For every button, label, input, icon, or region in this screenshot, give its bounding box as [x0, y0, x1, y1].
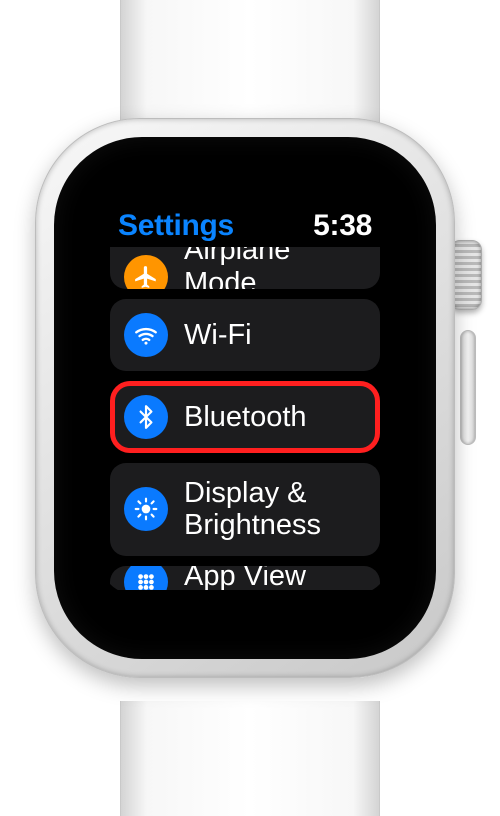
settings-item-label: Bluetooth: [184, 401, 307, 433]
settings-item-label: Display & Brightness: [184, 477, 366, 542]
settings-item-app-view[interactable]: App View: [110, 566, 380, 590]
watch-bezel: Settings 5:38 Airplane Mode: [54, 137, 436, 659]
screen-title[interactable]: Settings: [118, 209, 234, 243]
settings-item-airplane-mode[interactable]: Airplane Mode: [110, 247, 380, 289]
status-bar: Settings 5:38: [100, 201, 390, 243]
settings-item-bluetooth[interactable]: Bluetooth: [110, 381, 380, 453]
settings-list[interactable]: Airplane Mode Wi-Fi: [100, 247, 390, 590]
grid-icon: [124, 566, 168, 590]
watch-screen: Settings 5:38 Airplane Mode: [100, 201, 390, 595]
wifi-icon: [124, 313, 168, 357]
settings-item-label: Airplane Mode: [184, 247, 366, 289]
settings-item-label: Wi-Fi: [184, 319, 252, 351]
watch-band-top: [120, 0, 380, 125]
settings-item-wifi[interactable]: Wi-Fi: [110, 299, 380, 371]
watch-body: Settings 5:38 Airplane Mode: [35, 118, 455, 678]
brightness-icon: [124, 487, 168, 531]
bluetooth-icon: [124, 395, 168, 439]
settings-item-label: App View: [184, 566, 306, 590]
side-button[interactable]: [460, 330, 476, 445]
watch-band-bottom: [120, 701, 380, 816]
airplane-icon: [124, 255, 168, 289]
settings-item-display-brightness[interactable]: Display & Brightness: [110, 463, 380, 556]
clock-time: 5:38: [313, 209, 372, 243]
